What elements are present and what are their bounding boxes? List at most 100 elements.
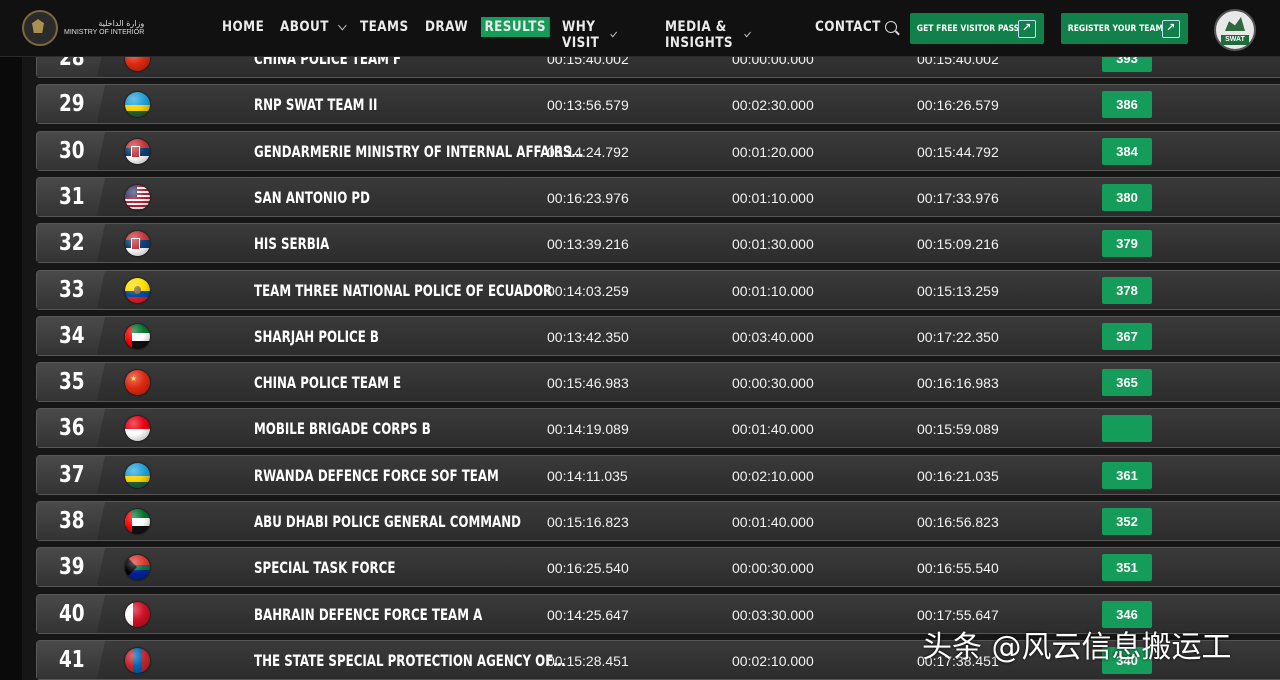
- time-cell: 00:14:03.259: [547, 283, 629, 299]
- table-row[interactable]: 33 TEAM THREE NATIONAL POLICE OF ECUADOR 0…: [36, 270, 1280, 310]
- chevron-down-icon: [744, 29, 751, 37]
- nav-home[interactable]: HOME: [222, 19, 264, 35]
- time-cell: 00:13:39.216: [547, 236, 629, 252]
- arrow-up-right-icon: [1018, 20, 1036, 38]
- ministry-logo[interactable]: وزارة الداخلية MINISTRY OF INTERIOR: [22, 10, 144, 46]
- total-time-cell: 00:16:56.823: [917, 514, 999, 530]
- watermark-text: 头条 @风云信息搬运工: [922, 630, 1232, 665]
- penalty-time-cell: 00:02:10.000: [732, 468, 814, 484]
- team-name: CHINA POLICE TEAM E: [254, 373, 402, 392]
- rank-number: 37: [59, 462, 85, 488]
- rank-number: 38: [59, 508, 85, 534]
- score-badge: [1102, 415, 1152, 442]
- nav-label: HOME: [222, 19, 265, 35]
- indonesia-flag-icon: [125, 416, 150, 441]
- rank-number: 40: [59, 601, 85, 627]
- penalty-time-cell: 00:02:30.000: [732, 97, 814, 113]
- penalty-time-cell: 00:00:30.000: [732, 375, 814, 391]
- nav-about[interactable]: ABOUT: [280, 19, 347, 35]
- nav-teams[interactable]: TEAMS: [360, 19, 409, 35]
- total-time-cell: 00:15:13.259: [917, 283, 999, 299]
- total-time-cell: 00:16:26.579: [917, 97, 999, 113]
- nav-label: WHY VISIT: [562, 19, 600, 51]
- penalty-time-cell: 00:01:40.000: [732, 421, 814, 437]
- table-row[interactable]: 38 ABU DHABI POLICE GENERAL COMMAND 00:15:…: [36, 501, 1280, 541]
- score-badge: 352: [1102, 508, 1152, 535]
- table-row[interactable]: 32 HIS SERBIA 00:13:39.216 00:01:30.000 00:1…: [36, 223, 1280, 263]
- table-row[interactable]: 31 SAN ANTONIO PD 00:16:23.976 00:01:10.000…: [36, 177, 1280, 217]
- table-row[interactable]: 35 ★ CHINA POLICE TEAM E 00:15:46.983 00:00:…: [36, 362, 1280, 402]
- nav-label: CONTACT: [815, 19, 881, 35]
- swat-logo[interactable]: SWAT: [1214, 9, 1256, 51]
- score-badge: 384: [1102, 138, 1152, 165]
- table-row[interactable]: 37 RWANDA DEFENCE FORCE SOF TEAM 00:14:11.…: [36, 455, 1280, 495]
- swat-logo-text: SWAT: [1221, 35, 1249, 45]
- nav-draw[interactable]: DRAW: [425, 19, 468, 35]
- team-name: HIS SERBIA: [254, 234, 330, 253]
- uae-flag-icon: [125, 509, 150, 534]
- total-time-cell: 00:15:59.089: [917, 421, 999, 437]
- team-name: ABU DHABI POLICE GENERAL COMMAND: [254, 512, 521, 531]
- table-row[interactable]: 30 GENDARMERIE MINISTRY OF INTERNAL AFFAI…: [36, 131, 1280, 171]
- rwanda-flag-icon: [125, 92, 150, 117]
- nav-media-insights[interactable]: MEDIA & INSIGHTS: [665, 19, 751, 51]
- score-badge: 365: [1102, 369, 1152, 396]
- penalty-time-cell: 00:00:30.000: [732, 560, 814, 576]
- total-time-cell: 00:17:33.976: [917, 190, 999, 206]
- rank-number: 41: [59, 647, 85, 673]
- table-row[interactable]: 34 SHARJAH POLICE B 00:13:42.350 00:03:40.0…: [36, 316, 1280, 356]
- team-name: MOBILE BRIGADE CORPS B: [254, 419, 431, 438]
- nav-contact[interactable]: CONTACT: [815, 19, 881, 35]
- nav-label: DRAW: [425, 19, 469, 35]
- time-cell: 00:14:25.647: [547, 607, 629, 623]
- logo-english-text: MINISTRY OF INTERIOR: [64, 29, 145, 36]
- penalty-time-cell: 00:01:10.000: [732, 283, 814, 299]
- search-icon[interactable]: [885, 21, 897, 33]
- nav-why-visit[interactable]: WHY VISIT: [562, 19, 618, 51]
- chevron-down-icon: [337, 20, 347, 30]
- penalty-time-cell: 00:02:10.000: [732, 653, 814, 669]
- rank-number: 34: [59, 323, 85, 349]
- score-badge: 386: [1102, 91, 1152, 118]
- total-time-cell: 00:17:22.350: [917, 329, 999, 345]
- team-name: SHARJAH POLICE B: [254, 327, 379, 346]
- nav-label: RESULTS: [484, 19, 546, 35]
- time-cell: 00:15:46.983: [547, 375, 629, 391]
- register-team-label: REGISTER YOUR TEAM: [1067, 23, 1164, 34]
- uae-flag-icon: [125, 324, 150, 349]
- time-cell: 00:14:19.089: [547, 421, 629, 437]
- team-name: TEAM THREE NATIONAL POLICE OF ECUADOR: [254, 281, 553, 300]
- nav-label: TEAMS: [360, 19, 409, 35]
- ecuador-flag-icon: [125, 278, 150, 303]
- serbia-flag-icon: [125, 231, 150, 256]
- team-name: RNP SWAT TEAM II: [254, 95, 378, 114]
- score-badge: 367: [1102, 323, 1152, 350]
- total-time-cell: 00:16:16.983: [917, 375, 999, 391]
- time-cell: 00:13:56.579: [547, 97, 629, 113]
- rank-number: 39: [59, 554, 85, 580]
- team-name: RWANDA DEFENCE FORCE SOF TEAM: [254, 466, 499, 485]
- chevron-down-icon: [610, 29, 618, 37]
- penalty-time-cell: 00:03:40.000: [732, 329, 814, 345]
- usa-flag-icon: [125, 185, 150, 210]
- penalty-time-cell: 00:01:20.000: [732, 144, 814, 160]
- team-name: SAN ANTONIO PD: [254, 188, 370, 207]
- time-cell: 00:16:23.976: [547, 190, 629, 206]
- nav-results[interactable]: RESULTS: [481, 17, 550, 37]
- logo-arabic-text: وزارة الداخلية: [98, 19, 145, 28]
- table-row[interactable]: 29 RNP SWAT TEAM II 00:13:56.579 00:02:30.0…: [36, 84, 1280, 124]
- site-header: وزارة الداخلية MINISTRY OF INTERIOR HOME…: [0, 0, 1280, 57]
- get-visitor-pass-button[interactable]: GET FREE VISITOR PASS: [910, 13, 1044, 44]
- rank-number: 29: [59, 91, 85, 117]
- table-row[interactable]: 36 MOBILE BRIGADE CORPS B 00:14:19.089 00:0…: [36, 408, 1280, 448]
- time-cell: 00:14:11.035: [547, 468, 628, 484]
- register-team-button[interactable]: REGISTER YOUR TEAM: [1061, 13, 1188, 44]
- score-badge: 380: [1102, 184, 1152, 211]
- rank-number: 30: [59, 138, 85, 164]
- china-flag-icon: ★: [125, 370, 150, 395]
- bahrain-flag-icon: [125, 602, 150, 627]
- nav-label: MEDIA & INSIGHTS: [665, 19, 733, 51]
- score-badge: 361: [1102, 462, 1152, 489]
- table-row[interactable]: 39 SPECIAL TASK FORCE 00:16:25.540 00:00:30…: [36, 547, 1280, 587]
- total-time-cell: 00:16:55.540: [917, 560, 999, 576]
